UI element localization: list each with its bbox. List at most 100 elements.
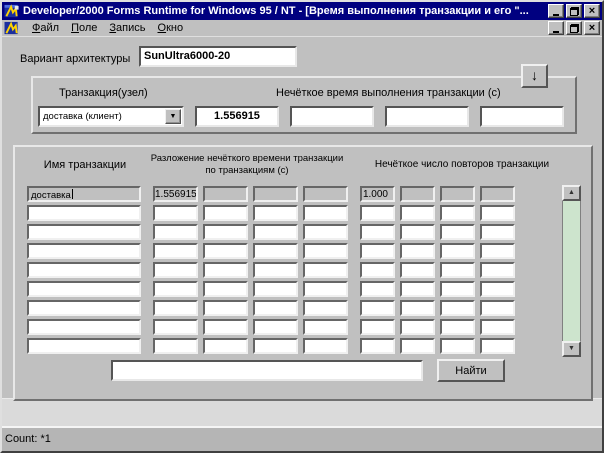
table-cell-dec[interactable] — [203, 205, 248, 221]
table-cell-dec[interactable] — [153, 205, 198, 221]
table-cell-dec[interactable] — [253, 300, 298, 316]
table-cell-dec[interactable] — [253, 262, 298, 278]
mdi-minimize-button[interactable] — [548, 21, 564, 35]
table-cell-dec[interactable] — [303, 243, 348, 259]
move-down-button[interactable]: ↓ — [521, 64, 548, 88]
menu-field[interactable]: Поле — [65, 21, 103, 35]
table-cell-rep[interactable] — [400, 224, 435, 240]
table-cell-rep[interactable] — [400, 186, 435, 202]
fuzzy-time-field-4[interactable] — [480, 106, 564, 127]
table-cell-dec[interactable] — [203, 262, 248, 278]
table-cell-dec[interactable] — [303, 262, 348, 278]
table-cell-rep[interactable]: 1.000 — [360, 186, 395, 202]
table-cell-rep[interactable] — [360, 205, 395, 221]
table-cell-rep[interactable] — [360, 319, 395, 335]
table-cell-rep[interactable] — [440, 205, 475, 221]
table-cell-rep[interactable] — [400, 281, 435, 297]
table-cell-rep[interactable] — [480, 205, 515, 221]
scroll-down-button[interactable]: ▼ — [562, 341, 581, 357]
table-cell-dec[interactable] — [303, 300, 348, 316]
table-cell-rep[interactable] — [440, 319, 475, 335]
table-cell-dec[interactable] — [153, 338, 198, 354]
table-cell-rep[interactable] — [480, 319, 515, 335]
table-cell-rep[interactable] — [440, 243, 475, 259]
table-cell-rep[interactable] — [480, 300, 515, 316]
restore-button[interactable] — [566, 4, 582, 18]
table-cell-rep[interactable] — [400, 338, 435, 354]
vertical-scrollbar[interactable]: ▲ ▼ — [562, 185, 581, 357]
table-cell-rep[interactable] — [440, 300, 475, 316]
table-cell-dec[interactable] — [203, 338, 248, 354]
table-cell-dec[interactable] — [153, 243, 198, 259]
table-cell-dec[interactable] — [303, 186, 348, 202]
transaction-dropdown[interactable]: доставка (клиент) ▼ — [38, 106, 184, 127]
table-cell-dec[interactable]: 1.556915 — [153, 186, 198, 202]
table-cell-dec[interactable] — [253, 224, 298, 240]
table-cell-dec[interactable] — [253, 338, 298, 354]
table-cell-rep[interactable] — [400, 262, 435, 278]
mdi-close-button[interactable]: × — [584, 21, 600, 35]
table-cell-rep[interactable] — [360, 243, 395, 259]
table-cell-rep[interactable] — [360, 300, 395, 316]
table-cell-rep[interactable] — [400, 243, 435, 259]
table-cell-dec[interactable] — [203, 319, 248, 335]
find-button[interactable]: Найти — [437, 359, 505, 382]
table-cell-rep[interactable] — [480, 224, 515, 240]
search-input[interactable] — [111, 360, 423, 381]
table-cell-rep[interactable] — [480, 281, 515, 297]
table-cell-dec[interactable] — [203, 281, 248, 297]
fuzzy-time-field-2[interactable] — [290, 106, 374, 127]
table-cell-name[interactable]: доставка — [27, 186, 141, 202]
table-cell-rep[interactable] — [480, 186, 515, 202]
table-cell-rep[interactable] — [400, 205, 435, 221]
table-cell-rep[interactable] — [480, 262, 515, 278]
table-cell-dec[interactable] — [153, 281, 198, 297]
table-cell-dec[interactable] — [203, 224, 248, 240]
table-cell-rep[interactable] — [440, 338, 475, 354]
table-cell-dec[interactable] — [303, 281, 348, 297]
table-cell-name[interactable] — [27, 243, 141, 259]
fuzzy-time-field-1[interactable]: 1.556915 — [195, 106, 279, 127]
minimize-button[interactable] — [548, 4, 564, 18]
table-cell-dec[interactable] — [303, 205, 348, 221]
table-cell-dec[interactable] — [303, 338, 348, 354]
table-cell-rep[interactable] — [400, 300, 435, 316]
table-cell-dec[interactable] — [203, 243, 248, 259]
table-cell-rep[interactable] — [400, 319, 435, 335]
scroll-up-button[interactable]: ▲ — [562, 185, 581, 201]
table-cell-name[interactable] — [27, 338, 141, 354]
table-cell-rep[interactable] — [440, 186, 475, 202]
table-cell-name[interactable] — [27, 205, 141, 221]
table-cell-name[interactable] — [27, 281, 141, 297]
fuzzy-time-field-3[interactable] — [385, 106, 469, 127]
table-cell-dec[interactable] — [303, 224, 348, 240]
table-cell-rep[interactable] — [360, 281, 395, 297]
chevron-down-icon[interactable]: ▼ — [165, 109, 181, 124]
table-cell-rep[interactable] — [480, 338, 515, 354]
menu-record[interactable]: Запись — [103, 21, 151, 35]
table-cell-dec[interactable] — [203, 186, 248, 202]
table-cell-dec[interactable] — [253, 243, 298, 259]
table-cell-name[interactable] — [27, 300, 141, 316]
table-cell-name[interactable] — [27, 319, 141, 335]
table-cell-dec[interactable] — [153, 300, 198, 316]
architecture-field[interactable]: SunUltra6000-20 — [139, 46, 297, 67]
table-cell-rep[interactable] — [360, 338, 395, 354]
table-cell-name[interactable] — [27, 262, 141, 278]
table-cell-dec[interactable] — [153, 262, 198, 278]
menu-file[interactable]: Файл — [26, 21, 65, 35]
mdi-restore-button[interactable] — [566, 21, 582, 35]
menu-window[interactable]: Окно — [152, 21, 190, 35]
table-cell-dec[interactable] — [253, 186, 298, 202]
table-cell-rep[interactable] — [440, 262, 475, 278]
close-button[interactable]: × — [584, 4, 600, 18]
table-cell-dec[interactable] — [153, 224, 198, 240]
table-cell-dec[interactable] — [303, 319, 348, 335]
table-cell-rep[interactable] — [440, 224, 475, 240]
table-cell-dec[interactable] — [253, 281, 298, 297]
table-cell-dec[interactable] — [153, 319, 198, 335]
table-cell-dec[interactable] — [253, 205, 298, 221]
table-cell-dec[interactable] — [253, 319, 298, 335]
table-cell-rep[interactable] — [480, 243, 515, 259]
table-cell-rep[interactable] — [360, 262, 395, 278]
